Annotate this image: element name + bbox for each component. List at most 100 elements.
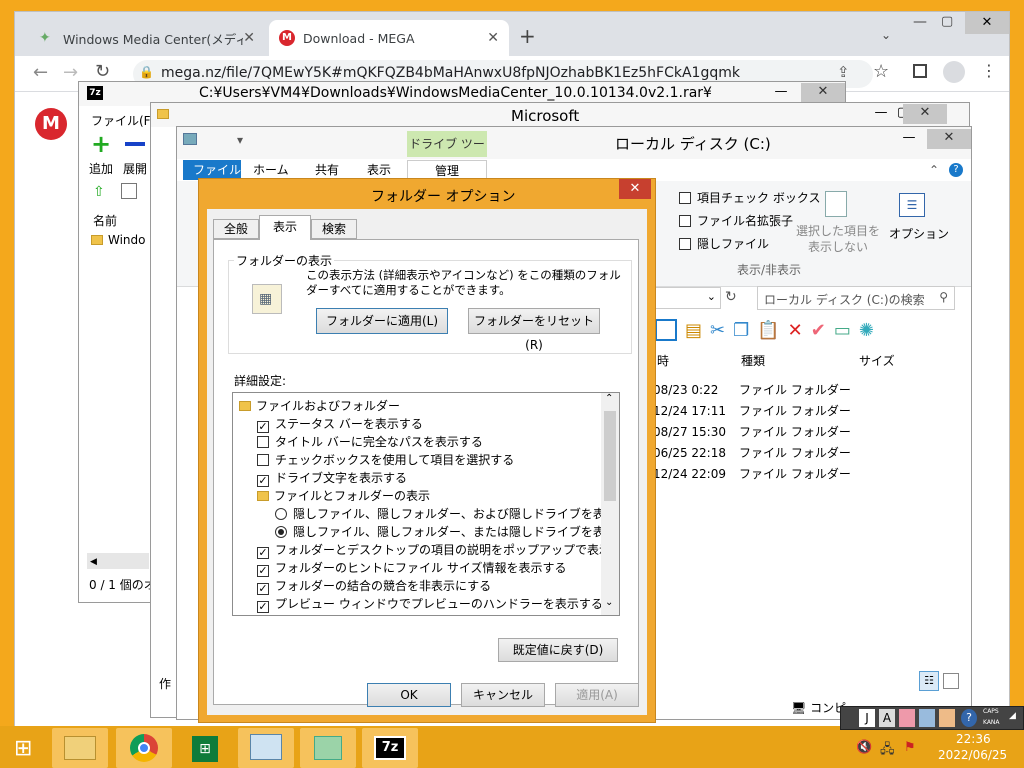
paste-icon[interactable]: 📋 — [757, 319, 779, 345]
list-item[interactable]: Windo — [91, 233, 146, 247]
taskbar-store[interactable]: ⊞ — [176, 728, 232, 768]
mega-logo-icon[interactable]: M — [35, 108, 67, 140]
close-window-icon[interactable]: ✕ — [801, 83, 845, 103]
tab-view[interactable]: 表示 — [259, 215, 311, 240]
options-button[interactable]: オプション — [889, 225, 949, 242]
tree-checkbox-option[interactable]: ✓ フォルダーのヒントにファイル サイズ情報を表示する — [257, 559, 619, 577]
new-folder-icon[interactable]: ▭ — [834, 319, 851, 345]
collapse-ribbon-icon[interactable]: ⌃ — [929, 163, 939, 177]
tree-checkbox-option[interactable]: チェックボックスを使用して項目を選択する — [257, 451, 619, 469]
options-icon[interactable]: ☰ — [899, 193, 925, 217]
close-dialog-icon[interactable]: ✕ — [619, 179, 651, 199]
help-icon[interactable]: ? — [949, 163, 963, 177]
scroll-thumb[interactable] — [604, 411, 616, 501]
column-type[interactable]: 種類 — [741, 352, 765, 369]
apply-button[interactable]: 適用(A) — [555, 683, 639, 707]
taskbar-7zip[interactable]: 7z — [362, 728, 418, 768]
start-button[interactable]: ⊞ — [4, 728, 48, 768]
checkbox[interactable]: ✓ — [257, 547, 269, 559]
checkbox[interactable]: ✓ — [257, 583, 269, 595]
minimize-icon[interactable]: — — [887, 129, 931, 149]
tree-checkbox-option[interactable]: ✓ フォルダーとデスクトップの項目の説明をポップアップで表示する — [257, 541, 619, 559]
horizontal-scrollbar[interactable]: ◀ — [87, 553, 149, 569]
menu-dots-icon[interactable]: ⋮ — [981, 61, 997, 80]
ime-help-icon[interactable]: ? — [961, 709, 977, 727]
hidden-files-option[interactable]: 隠しファイル — [679, 235, 769, 252]
ok-button[interactable]: OK — [367, 683, 451, 707]
reset-folders-button[interactable]: フォルダーをリセット(R) — [468, 308, 600, 352]
tree-radio-option[interactable]: 隠しファイル、隠しフォルダー、または隠しドライブを表示しない — [275, 523, 619, 541]
tab-view[interactable]: 表示 — [357, 160, 401, 180]
taskbar-explorer[interactable] — [52, 728, 108, 768]
column-size[interactable]: サイズ — [859, 352, 895, 369]
minimize-icon[interactable]: — — [759, 83, 803, 103]
reload-icon[interactable]: ↻ — [95, 61, 110, 82]
new-tab-button[interactable]: + — [519, 24, 536, 48]
ime-input-mode-icon[interactable]: A — [879, 709, 895, 727]
tree-checkbox-option[interactable]: ✓ ドライブ文字を表示する — [257, 469, 619, 487]
cancel-button[interactable]: キャンセル — [461, 683, 545, 707]
restore-defaults-button[interactable]: 既定値に戻す(D) — [498, 638, 618, 662]
extract-icon[interactable] — [125, 142, 145, 146]
large-icons-view-icon[interactable] — [943, 673, 959, 689]
taskbar-chrome[interactable] — [116, 728, 172, 768]
close-window-icon[interactable]: ✕ — [965, 12, 1009, 34]
table-row[interactable]: 08/23 0:22 ファイル フォルダー — [653, 381, 851, 398]
table-row[interactable]: 08/27 15:30 ファイル フォルダー — [653, 423, 851, 440]
tool-add-label[interactable]: 追加 — [89, 160, 113, 177]
checkbox[interactable]: ✓ — [257, 475, 269, 487]
scroll-down-icon[interactable]: ⌄ — [605, 597, 613, 608]
side-panel-icon[interactable] — [913, 64, 927, 78]
vertical-scrollbar[interactable]: ⌃ ⌄ — [601, 393, 619, 615]
tab-home[interactable]: ホーム — [243, 160, 299, 180]
rename-icon[interactable]: ✔ — [811, 319, 826, 345]
ime-dictionary-icon[interactable] — [899, 709, 915, 727]
properties-icon[interactable]: ▤ — [685, 319, 702, 345]
network-tray-icon[interactable]: 🖧 — [880, 740, 895, 762]
tree-checkbox-option[interactable]: タイトル バーに完全なパスを表示する — [257, 433, 619, 451]
ime-tools-icon[interactable] — [939, 709, 955, 727]
close-window-icon[interactable]: ✕ — [927, 129, 971, 149]
tool-extract-label[interactable]: 展開 — [123, 160, 147, 177]
tab-file[interactable]: ファイル — [183, 160, 241, 180]
item-checkbox-option[interactable]: 項目チェック ボックス — [679, 189, 820, 206]
minimize-icon[interactable]: — — [913, 14, 927, 30]
taskbar-media[interactable] — [300, 728, 356, 768]
clock-date[interactable]: 2022/06/25 — [938, 748, 1007, 762]
column-name[interactable]: 名前 — [93, 212, 117, 229]
tree-checkbox-option[interactable]: ✓ プレビュー ウィンドウでプレビューのハンドラーを表示する — [257, 595, 619, 613]
table-row[interactable]: 12/24 22:09 ファイル フォルダー — [653, 465, 851, 482]
checkbox[interactable] — [257, 454, 269, 466]
tab-media-center[interactable]: ✦ Windows Media Center(メディア ✕ — [29, 20, 265, 56]
checkbox[interactable]: ✓ — [257, 421, 269, 433]
back-icon[interactable]: ← — [33, 62, 48, 83]
apply-to-folders-button[interactable]: フォルダーに適用(L) — [316, 308, 448, 334]
up-folder-icon[interactable]: ⇧ — [93, 184, 105, 200]
profile-avatar-icon[interactable] — [943, 61, 965, 83]
tab-share[interactable]: 共有 — [305, 160, 349, 180]
share-icon[interactable]: ⇪ — [837, 63, 850, 81]
cut-icon[interactable]: ✂ — [710, 319, 725, 345]
copy-icon[interactable]: ❐ — [733, 319, 749, 345]
extensions-option[interactable]: ファイル名拡張子 — [679, 212, 793, 229]
hide-selected-icon[interactable] — [825, 191, 847, 217]
forward-icon[interactable]: → — [63, 62, 78, 83]
details-view-icon[interactable]: ☷ — [919, 671, 939, 691]
tab-search-icon[interactable]: ⌄ — [881, 28, 891, 42]
search-input[interactable]: ローカル ディスク (C:)の検索 ⚲ — [757, 286, 955, 310]
close-window-icon[interactable]: ✕ — [903, 104, 947, 124]
checkbox[interactable] — [257, 436, 269, 448]
ime-mode-icon[interactable]: J — [859, 709, 875, 727]
checkbox[interactable]: ✓ — [257, 601, 269, 613]
ime-collapse-icon[interactable]: ◢ — [1009, 711, 1016, 721]
radio-button[interactable] — [275, 508, 287, 520]
clock-time[interactable]: 22:36 — [956, 732, 991, 746]
tab-general[interactable]: 全般 — [213, 219, 259, 239]
advanced-settings-tree[interactable]: ファイルおよびフォルダー ✓ ステータス バーを表示する タイトル バーに完全なパスを… — [232, 392, 620, 616]
hide-selected-button[interactable]: 選択した項目を表示しない — [795, 223, 881, 255]
close-tab-icon[interactable]: ✕ — [243, 30, 255, 46]
refresh-icon[interactable]: ↻ — [725, 289, 737, 305]
tree-radio-option[interactable]: 隠しファイル、隠しフォルダー、および隠しドライブを表示する — [275, 505, 619, 523]
menu-file[interactable]: ファイル(F) — [91, 112, 155, 129]
tab-search[interactable]: 検索 — [311, 219, 357, 239]
